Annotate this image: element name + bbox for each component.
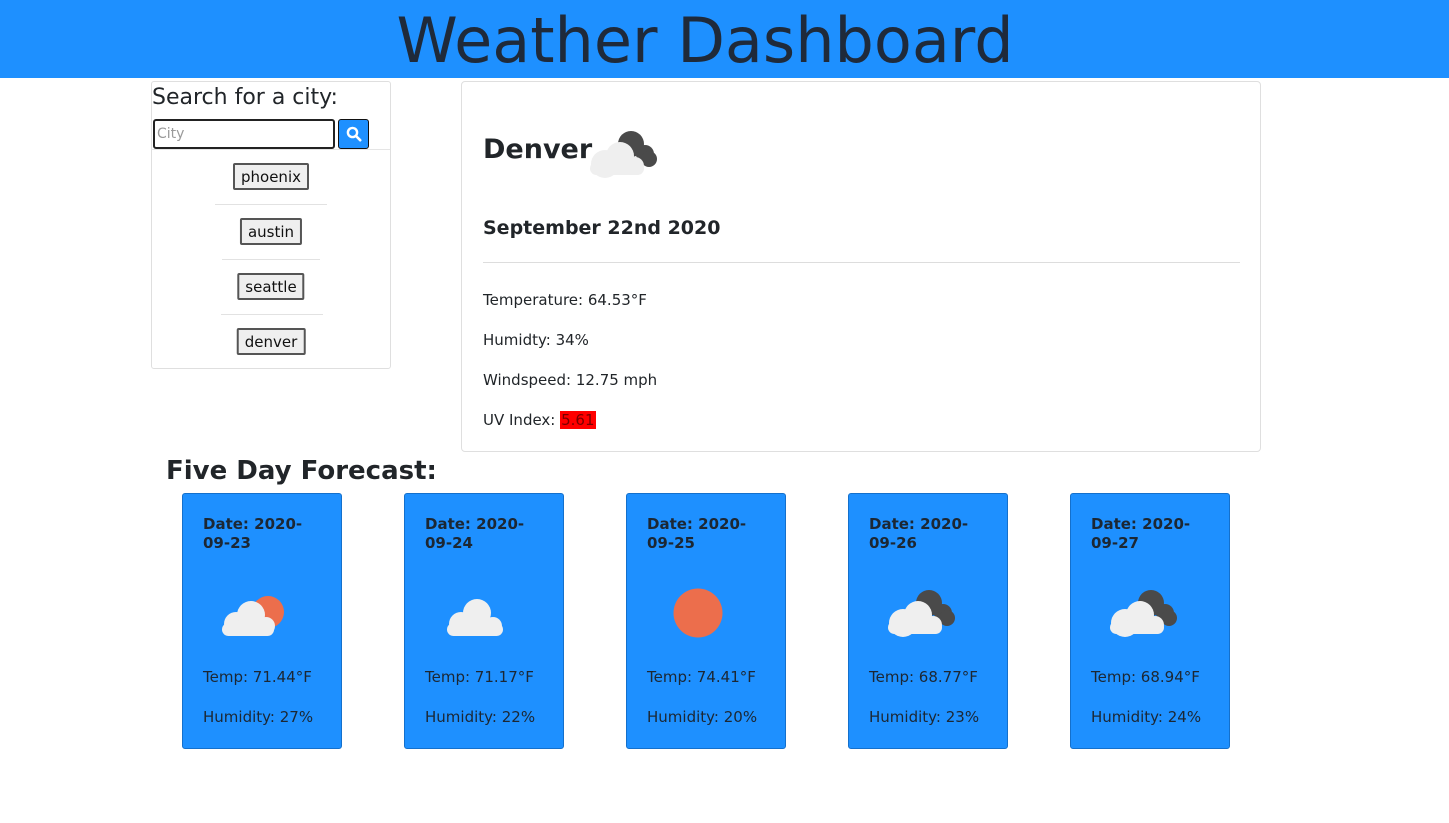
forecast-date: Date: 2020-09-25 — [647, 515, 747, 552]
partly-cloudy-icon — [222, 596, 284, 636]
history-item-denver: denver — [152, 328, 390, 382]
history-button[interactable]: phoenix — [233, 163, 309, 190]
forecast-date: Date: 2020-09-23 — [203, 515, 303, 552]
forecast-temp: Temp: 68.94°F — [1091, 668, 1200, 686]
sun-icon — [673, 588, 723, 638]
forecast-humidity: Humidity: 24% — [1091, 708, 1202, 726]
forecast-humidity: Humidity: 27% — [203, 708, 314, 726]
city-search-input[interactable] — [153, 119, 335, 149]
history-button[interactable]: denver — [236, 328, 306, 355]
history-divider — [221, 314, 323, 315]
history-item-phoenix: phoenix — [152, 163, 390, 217]
uv-index-badge: 5.61 — [560, 411, 596, 429]
history-item-austin: austin — [152, 218, 390, 272]
forecast-humidity: Humidity: 23% — [869, 708, 980, 726]
current-divider — [483, 262, 1240, 263]
history-item-seattle: seattle — [152, 273, 390, 327]
current-windspeed: Windspeed: 12.75 mph — [483, 371, 658, 389]
forecast-date: Date: 2020-09-27 — [1091, 515, 1191, 552]
search-heading: Search for a city: — [152, 85, 338, 110]
forecast-temp: Temp: 74.41°F — [647, 668, 756, 686]
forecast-date: Date: 2020-09-24 — [425, 515, 525, 552]
broken-clouds-icon — [888, 590, 955, 637]
search-panel: Search for a city: phoenix austin seattl… — [151, 81, 391, 369]
forecast-date: Date: 2020-09-26 — [869, 515, 969, 552]
history-divider — [215, 204, 327, 205]
forecast-card: Date: 2020-09-23 Temp: 71.44°F Humidity:… — [182, 493, 342, 749]
forecast-card: Date: 2020-09-25 Temp: 74.41°F Humidity:… — [626, 493, 786, 749]
current-city-name: Denver — [483, 134, 593, 165]
current-weather-card: Denver September 22nd 2020 Temperature: … — [461, 81, 1261, 452]
forecast-heading: Five Day Forecast: — [166, 456, 437, 486]
cloud-icon — [447, 599, 503, 636]
forecast-temp: Temp: 71.44°F — [203, 668, 312, 686]
current-humidity: Humidty: 34% — [483, 331, 589, 349]
history-button[interactable]: seattle — [237, 273, 305, 300]
broken-clouds-icon — [1110, 590, 1177, 637]
search-divider — [152, 149, 390, 150]
current-uv-index: UV Index: 5.61 — [483, 410, 596, 430]
search-icon — [346, 126, 362, 142]
forecast-card: Date: 2020-09-24 Temp: 71.17°F Humidity:… — [404, 493, 564, 749]
forecast-temp: Temp: 68.77°F — [869, 668, 978, 686]
history-button[interactable]: austin — [239, 218, 303, 245]
current-temperature: Temperature: 64.53°F — [483, 291, 647, 309]
forecast-card: Date: 2020-09-26 Temp: 68.77°F Humidity:… — [848, 493, 1008, 749]
history-divider — [222, 259, 320, 260]
page-header: Weather Dashboard — [0, 0, 1449, 78]
forecast-humidity: Humidity: 22% — [425, 708, 536, 726]
search-button[interactable] — [338, 119, 369, 149]
forecast-card: Date: 2020-09-27 Temp: 68.94°F Humidity:… — [1070, 493, 1230, 749]
forecast-temp: Temp: 71.17°F — [425, 668, 534, 686]
current-date: September 22nd 2020 — [483, 217, 721, 239]
forecast-humidity: Humidity: 20% — [647, 708, 758, 726]
page-title: Weather Dashboard — [396, 4, 1014, 77]
broken-clouds-icon — [590, 131, 657, 178]
uv-index-label: UV Index: — [483, 411, 561, 429]
